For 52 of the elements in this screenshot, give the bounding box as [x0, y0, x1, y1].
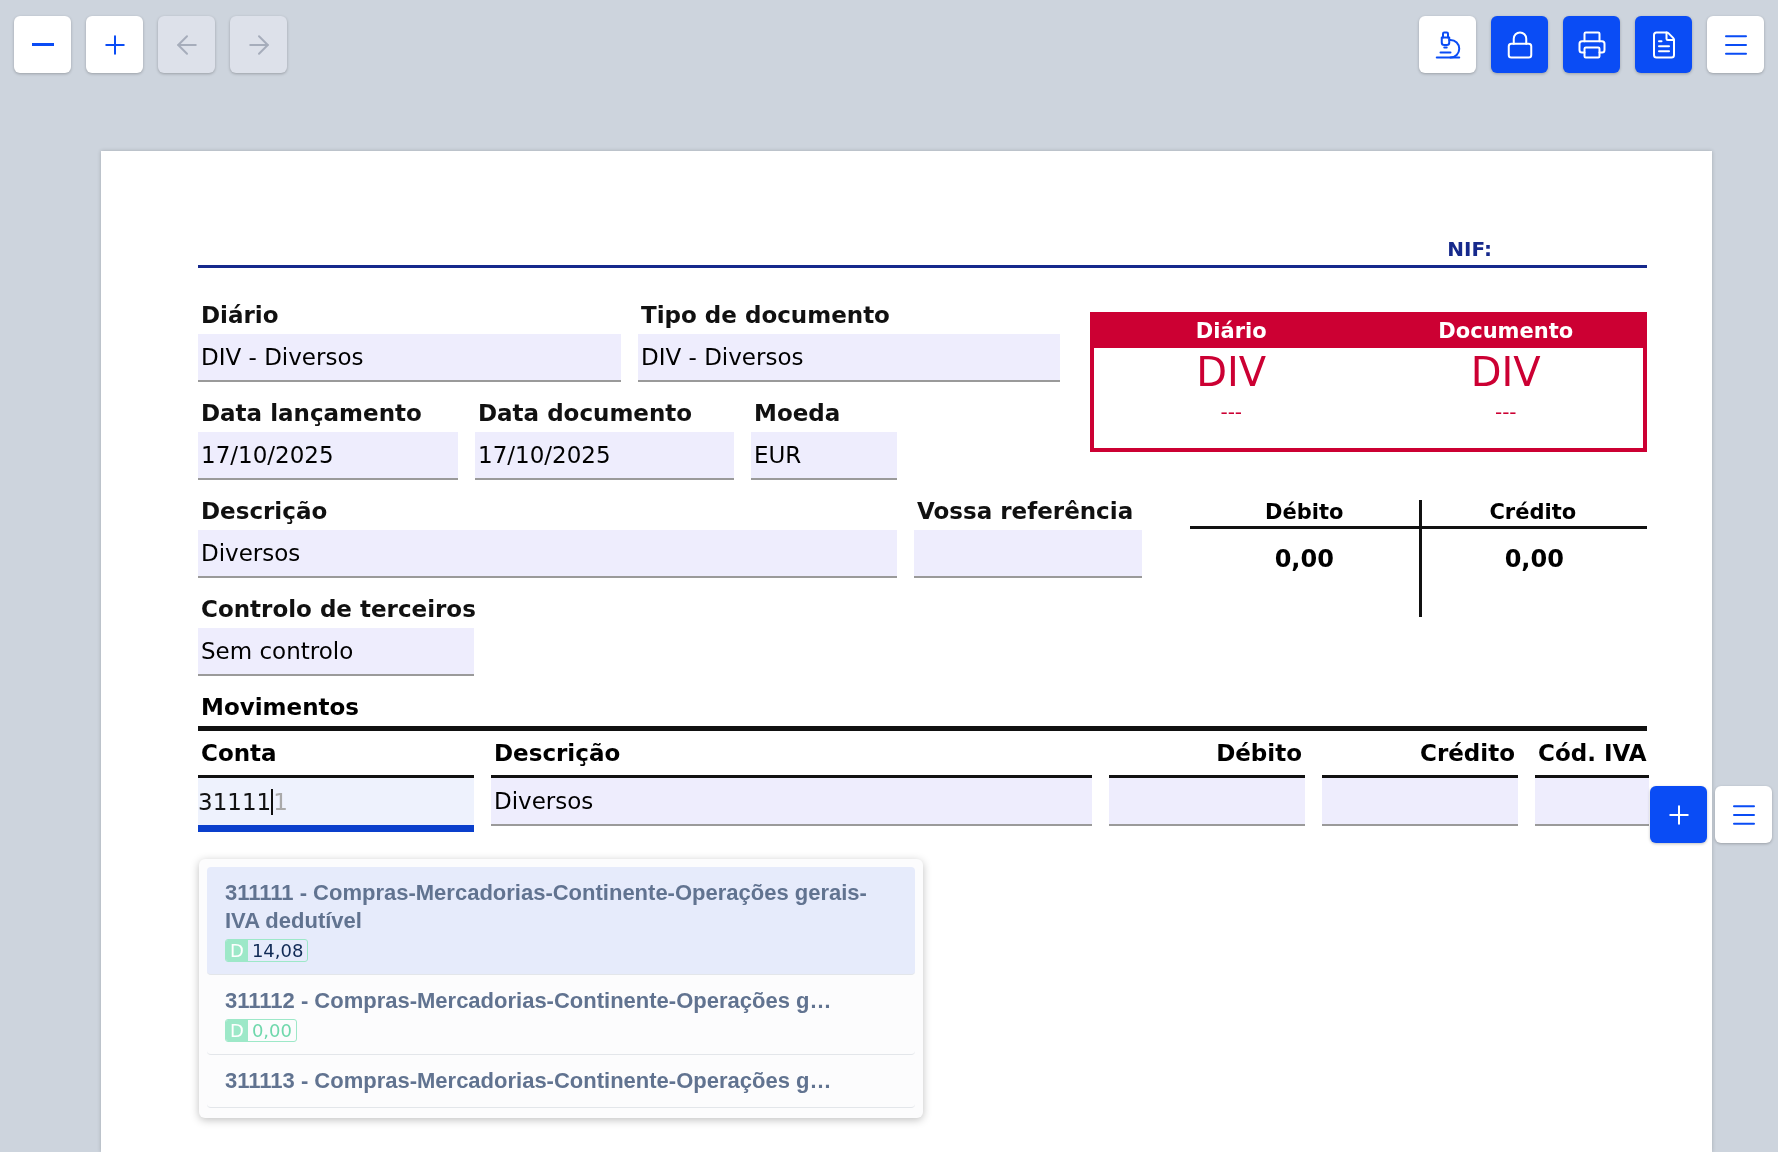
line-menu-button[interactable]: [1715, 786, 1772, 843]
document-type-field[interactable]: DIV - Diversos: [638, 334, 1060, 382]
vat-code-field[interactable]: [1535, 778, 1649, 826]
menu-button[interactable]: [1707, 16, 1764, 73]
total-heading: Débito: [1190, 500, 1419, 529]
codes-panel-heading: Diário: [1094, 312, 1369, 348]
total-value: 0,00: [1503, 544, 1565, 575]
print-button[interactable]: [1563, 16, 1620, 73]
currency-field[interactable]: EUR: [751, 432, 897, 480]
minus-icon: [31, 43, 54, 46]
code-value: DIV: [1196, 348, 1267, 396]
pdf-button[interactable]: [1635, 16, 1692, 73]
microscope-button[interactable]: [1419, 16, 1476, 73]
field-label: Vossa referência: [916, 497, 1135, 526]
balance-badge: D 14,08: [225, 939, 309, 962]
document-date-field[interactable]: 17/10/2025: [475, 432, 734, 480]
account-option-text: 311112 - Compras-Mercadorias-Continente-Operações g…: [225, 987, 832, 1015]
account-option[interactable]: 311111 - Compras-Mercadorias-Continente-Operações gerais-IVA dedutível D 14,08: [207, 867, 915, 975]
zoom-in-button[interactable]: [86, 16, 143, 73]
line-description-field[interactable]: Diversos: [491, 778, 1092, 826]
diario-field[interactable]: DIV - Diversos: [198, 334, 621, 382]
add-line-button[interactable]: [1650, 786, 1707, 843]
reference-field[interactable]: [914, 530, 1142, 578]
field-label: Data documento: [477, 399, 694, 428]
lock-button[interactable]: [1491, 16, 1548, 73]
code-value: DIV: [1470, 348, 1541, 396]
document-number: ---: [1494, 400, 1517, 424]
total-value: 0,00: [1273, 544, 1335, 575]
account-option-text: 311113 - Compras-Mercadorias-Continente-Operações g…: [225, 1067, 832, 1095]
total-heading: Crédito: [1418, 500, 1647, 529]
field-label: Controlo de terceiros: [200, 595, 474, 624]
field-label: Tipo de documento: [640, 301, 891, 330]
nif-label: NIF:: [1447, 237, 1492, 261]
field-label: Diário: [200, 301, 280, 330]
field-label: Descrição: [200, 497, 329, 526]
account-field[interactable]: 31111 1: [198, 778, 474, 832]
document-number: ---: [1220, 400, 1243, 424]
account-option-text: 311111 - Compras-Mercadorias-Continente-Operações gerais-IVA dedutível: [225, 879, 868, 935]
section-title: Movimentos: [200, 693, 360, 722]
third-party-control-field[interactable]: Sem controlo: [198, 628, 474, 676]
credit-field[interactable]: [1322, 778, 1518, 826]
posting-date-field[interactable]: 17/10/2025: [198, 432, 458, 480]
account-option[interactable]: 311113 - Compras-Mercadorias-Continente-Operações g…: [207, 1055, 915, 1108]
zoom-out-button[interactable]: [14, 16, 71, 73]
balance-badge: D 0,00: [225, 1019, 297, 1042]
codes-panel-heading: Documento: [1368, 312, 1643, 348]
printer-icon: [1576, 29, 1607, 60]
field-label: Moeda: [753, 399, 842, 428]
description-field[interactable]: Diversos: [198, 530, 897, 578]
field-label: Data lançamento: [200, 399, 423, 428]
account-option[interactable]: 311112 - Compras-Mercadorias-Continente-Operações g… D 0,00: [207, 975, 915, 1055]
debit-field[interactable]: [1109, 778, 1305, 826]
